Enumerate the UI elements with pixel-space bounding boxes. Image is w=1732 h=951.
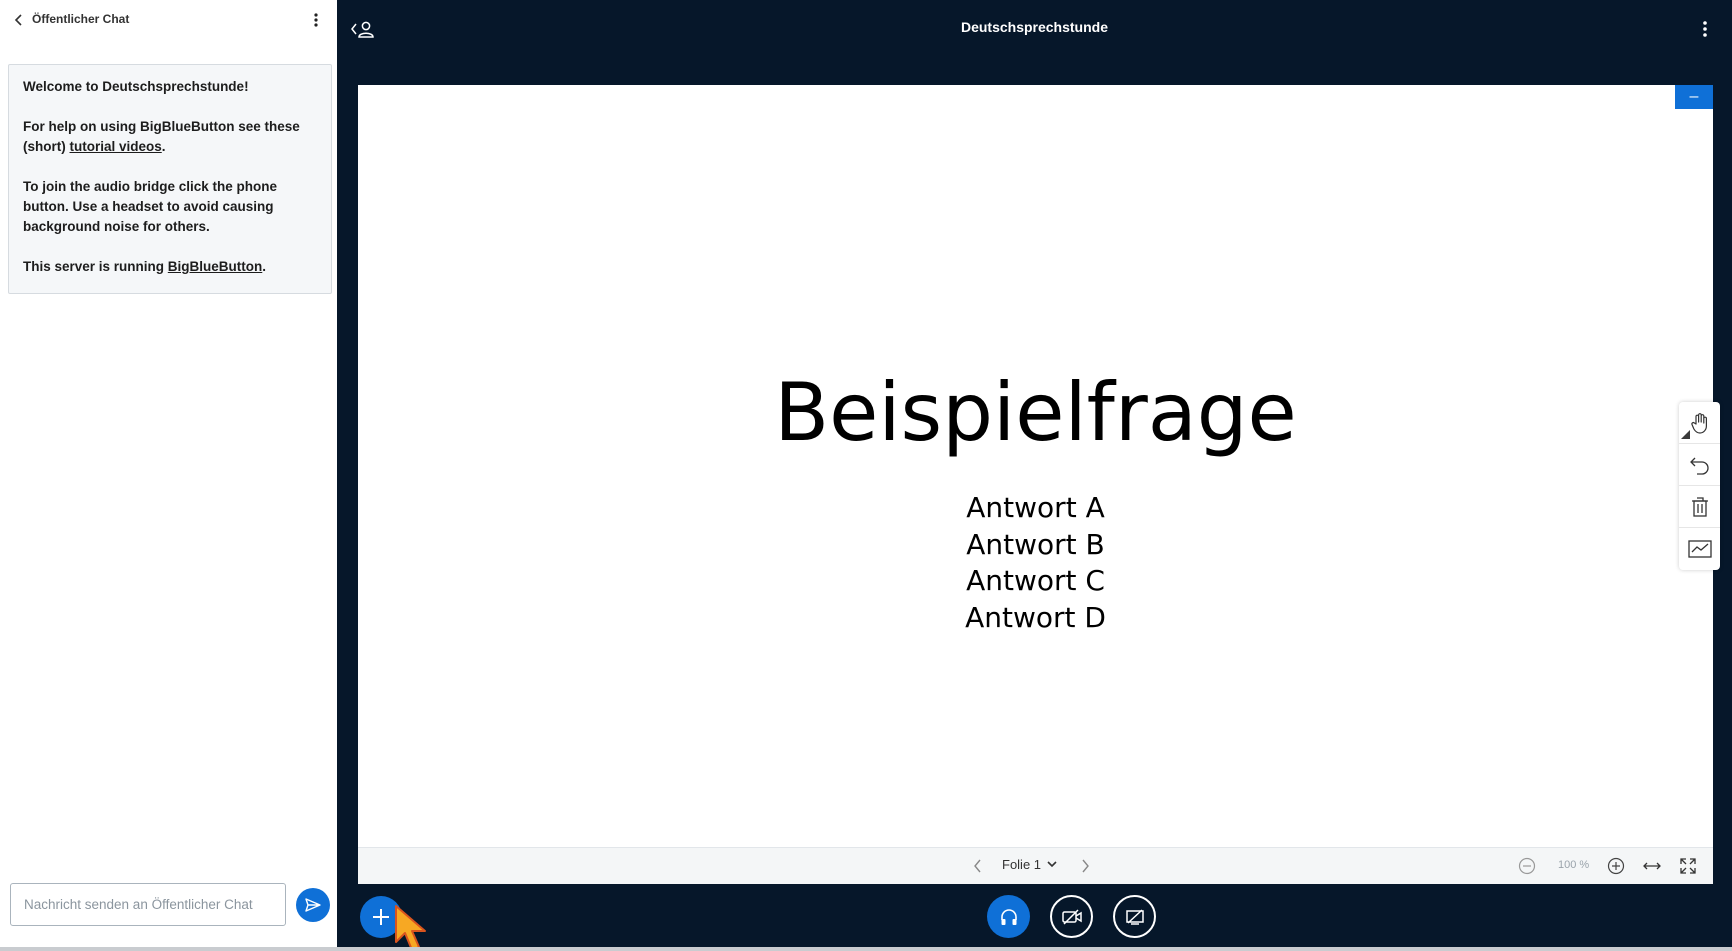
welcome-line: Welcome to Deutschsprechstunde! [23, 79, 249, 94]
chevron-left-icon[interactable] [968, 857, 986, 875]
presentation-controls: Folie 1 100 % [358, 847, 1713, 884]
trash-icon [1691, 496, 1708, 517]
undo-icon [1689, 457, 1709, 475]
help-line: For help on using BigBlueButton see thes… [23, 119, 300, 154]
top-bar: Deutschsprechstunde [337, 0, 1732, 56]
bigbluebutton-link[interactable]: BigBlueButton [168, 259, 262, 274]
chat-header: Öffentlicher Chat [0, 0, 337, 40]
whiteboard-icon [1687, 540, 1712, 558]
slide-answers: Antwort A Antwort B Antwort C Antwort D [358, 490, 1713, 636]
slide-answer: Antwort D [965, 600, 1106, 634]
slide-select[interactable]: Folie 1 [1002, 857, 1057, 872]
slide-select-label: Folie 1 [1002, 857, 1042, 872]
chat-message-input[interactable] [10, 883, 286, 926]
chevron-down-icon [1047, 861, 1057, 868]
zoom-level: 100 % [1558, 859, 1590, 871]
slide-answer: Antwort C [966, 564, 1105, 597]
server-line: This server is running BigBlueButton. [23, 259, 267, 274]
leave-audio-button[interactable] [987, 895, 1030, 938]
zoom-out-icon[interactable] [1518, 857, 1536, 875]
zoom-in-icon[interactable] [1607, 857, 1625, 875]
screen-share-off-icon [1125, 908, 1144, 925]
fullscreen-icon[interactable] [1679, 857, 1697, 875]
clear-board-button[interactable] [1679, 486, 1720, 528]
send-icon [305, 898, 321, 912]
share-webcam-button[interactable] [1050, 895, 1093, 938]
tool-submenu-indicator [1681, 430, 1690, 439]
tutorial-videos-link[interactable]: tutorial videos [70, 139, 162, 154]
undo-button[interactable] [1679, 444, 1720, 486]
options-menu-icon[interactable] [1695, 18, 1715, 40]
chat-panel: Öffentlicher Chat Welcome to Deutschspre… [0, 0, 337, 951]
presentation-slide[interactable]: – Beispielfrage Antwort A Antwort B Antw… [358, 85, 1713, 884]
welcome-message: Welcome to Deutschsprechstunde! For help… [8, 64, 332, 294]
minimize-presentation-button[interactable]: – [1675, 85, 1713, 109]
window-bottom-edge [0, 947, 1732, 951]
chat-options-icon[interactable] [306, 10, 326, 30]
slide-answer: Antwort B [966, 527, 1105, 561]
actions-button[interactable] [360, 896, 402, 938]
hand-icon [1690, 412, 1707, 434]
meeting-title: Deutschsprechstunde [960, 19, 1109, 35]
send-message-button[interactable] [296, 888, 330, 922]
share-screen-button[interactable] [1113, 895, 1156, 938]
chevron-left-icon[interactable] [14, 12, 30, 28]
hand-tool-button[interactable] [1679, 402, 1720, 444]
whiteboard-toolbar [1679, 402, 1720, 570]
headphones-icon [1000, 908, 1017, 925]
slide-title: Beispielfrage [774, 366, 1297, 459]
chat-title[interactable]: Öffentlicher Chat [32, 12, 129, 26]
chevron-right-icon[interactable] [1076, 857, 1094, 875]
slide-answer: Antwort A [966, 491, 1105, 524]
plus-icon [373, 909, 389, 925]
fit-to-width-icon[interactable] [1642, 857, 1662, 875]
audio-line: To join the audio bridge click the phone… [23, 179, 278, 234]
video-off-icon [1061, 908, 1082, 925]
multi-user-board-button[interactable] [1679, 528, 1720, 570]
